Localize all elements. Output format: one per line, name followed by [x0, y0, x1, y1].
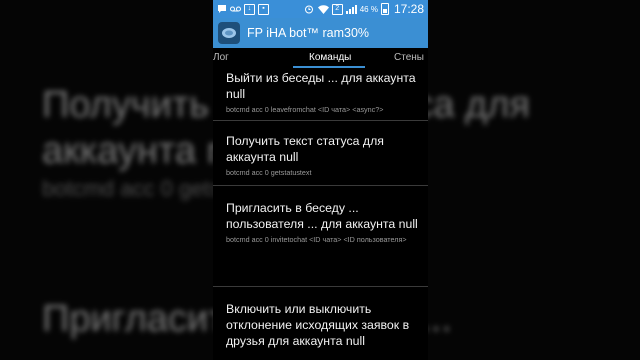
download-icon: ↓ [244, 3, 255, 15]
list-item[interactable]: Включить или выключить отклонение исходя… [213, 287, 428, 348]
tab-walls[interactable]: Стены [394, 52, 424, 63]
command-syntax: botcmd acc 0 invitetochat <ID чата> <ID … [226, 235, 407, 244]
list-item[interactable]: Пригласить в беседу ... пользователя ...… [213, 186, 428, 287]
status-bar: ↓ ▪ 2 46 % 17:28 [213, 0, 428, 18]
tab-commands[interactable]: Команды [309, 52, 351, 63]
tab-bar: Лог Команды Стены [213, 48, 428, 68]
list-item[interactable]: Получить текст статуса для аккаунта null… [213, 121, 428, 186]
voicemail-icon [230, 3, 241, 15]
signal-icon [345, 4, 357, 14]
phone-screen: ↓ ▪ 2 46 % 17:28 FP iHA bot™ ram30% Лог … [213, 0, 428, 360]
command-title: Выйти из беседы ... для аккаунта null [226, 71, 416, 101]
command-title: Пригласить в беседу ... пользователя ...… [226, 201, 418, 231]
list-item[interactable]: Выйти из беседы ... для аккаунта null bo… [213, 68, 428, 121]
battery-percent: 46 % [359, 4, 378, 14]
chat-notification-icon [216, 3, 227, 15]
clock: 17:28 [393, 2, 424, 16]
command-syntax: botcmd acc 0 leavefromchat <ID чата> <as… [226, 105, 384, 114]
app-logo-icon[interactable] [218, 22, 240, 44]
tab-log[interactable]: Лог [213, 52, 229, 63]
command-title: Включить или выключить отклонение исходя… [226, 302, 410, 348]
wifi-icon [317, 3, 329, 15]
app-title: FP iHA bot™ ram30% [247, 26, 370, 40]
command-title: Получить текст статуса для аккаунта null [226, 134, 384, 164]
app-bar: FP iHA bot™ ram30% [213, 18, 428, 48]
sim-icon: 2 [331, 3, 343, 15]
battery-icon [380, 3, 389, 15]
command-syntax: botcmd acc 0 getstatustext [226, 168, 312, 177]
alarm-icon [304, 3, 315, 15]
commands-list: Выйти из беседы ... для аккаунта null bo… [213, 68, 428, 348]
app-notification-icon: ▪ [258, 3, 269, 15]
